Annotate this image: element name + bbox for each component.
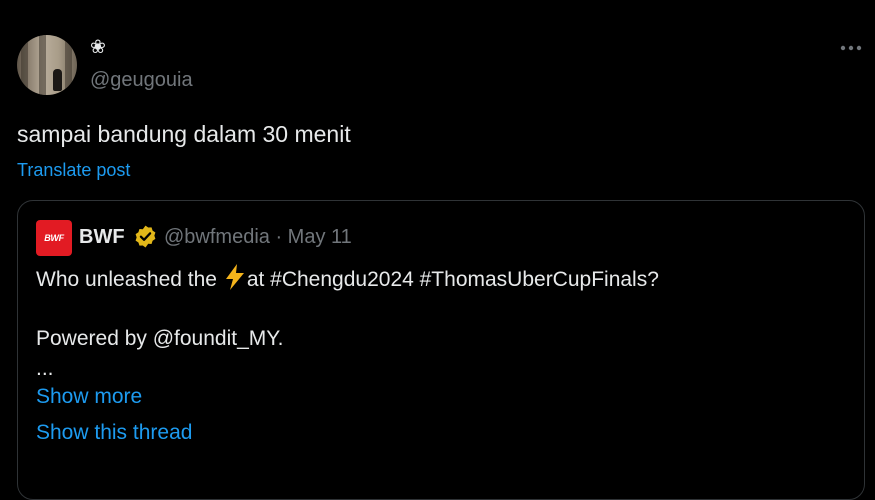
quoted-tweet-card[interactable]: BWF BWF @bwfmedia · May 11 Who unleashed…: [17, 200, 865, 500]
show-this-thread-link[interactable]: Show this thread: [36, 419, 192, 447]
quoted-tweet-text: Who unleashed the at #Chengdu2024 #Thoma…: [36, 264, 659, 384]
quoted-line: ...: [36, 357, 54, 380]
quoted-line: Who unleashed the at #Chengdu2024 #Thoma…: [36, 264, 659, 294]
tweet-text: sampai bandung dalam 30 menit: [17, 121, 351, 147]
quoted-author-name[interactable]: BWF: [79, 225, 125, 249]
translate-post-link[interactable]: Translate post: [17, 158, 130, 182]
quoted-line-text: at #Chengdu2024 #ThomasUberCupFinals?: [246, 268, 659, 291]
avatar-pillar: [65, 35, 72, 95]
author-avatar[interactable]: [17, 35, 77, 95]
verified-badge-icon: [135, 225, 156, 248]
avatar-pillar: [21, 35, 28, 95]
avatar-figure: [53, 69, 62, 91]
author-display-name[interactable]: ❀: [90, 37, 106, 59]
quoted-author-handle-date[interactable]: @bwfmedia · May 11: [164, 225, 352, 249]
more-dots-icon: [840, 45, 862, 51]
quoted-line: Powered by @foundit_MY.: [36, 327, 284, 350]
bwf-avatar[interactable]: BWF: [36, 220, 72, 256]
avatar-pillar: [39, 35, 46, 95]
lightning-bolt-icon: [225, 264, 244, 290]
show-more-link[interactable]: Show more: [36, 383, 142, 411]
author-handle[interactable]: @geugouia: [90, 68, 193, 92]
quoted-line: [36, 294, 659, 324]
more-options-button[interactable]: [836, 38, 866, 58]
quoted-line-text: Who unleashed the: [36, 268, 217, 291]
bwf-avatar-logo-text: BWF: [44, 233, 64, 243]
